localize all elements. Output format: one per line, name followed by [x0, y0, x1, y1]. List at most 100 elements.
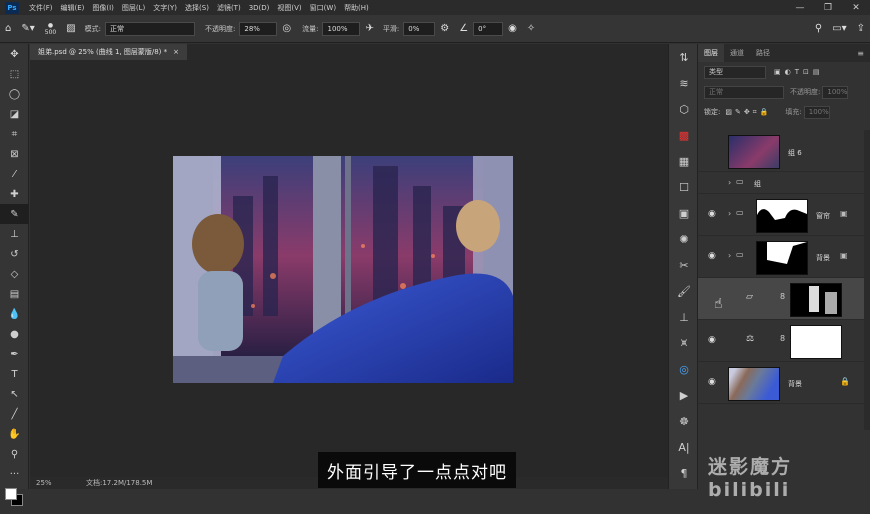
gradient-tool-icon[interactable]: ▤	[0, 284, 29, 304]
expand-arrow-icon[interactable]: ›	[728, 209, 731, 218]
visibility-eye-icon[interactable]: ◉	[708, 209, 716, 219]
visibility-eye-icon[interactable]: ◉	[708, 251, 716, 261]
visibility-eye-icon[interactable]: ◉	[708, 335, 716, 345]
symmetry-butterfly-icon[interactable]: ✧	[527, 23, 535, 34]
layer-row[interactable]: ◉ › ▭ 背景 ▣	[698, 236, 864, 278]
quick-select-tool-icon[interactable]: ◪	[0, 104, 29, 124]
menu-filter[interactable]: 滤镜(T)	[213, 3, 245, 13]
layer-row[interactable]: ◉ › ▭ 窗帘 ▣	[698, 194, 864, 236]
airbrush-icon[interactable]: ✈	[365, 23, 373, 34]
layer-opacity-field[interactable]: 100%	[822, 85, 849, 99]
tab-paths[interactable]: 路径	[750, 44, 776, 62]
search-icon[interactable]: ⚲	[815, 23, 822, 34]
tool-presets-panel-icon[interactable]: ✂	[669, 252, 699, 278]
history-brush-tool-icon[interactable]: ↺	[0, 244, 29, 264]
minimize-icon[interactable]: —	[786, 0, 814, 15]
close-icon[interactable]: ✕	[842, 0, 870, 15]
character-panel-icon[interactable]: A|	[669, 434, 699, 460]
dodge-tool-icon[interactable]: ●	[0, 324, 29, 344]
layer-row[interactable]: 组 6	[698, 130, 864, 172]
menu-layer[interactable]: 图层(L)	[118, 3, 149, 13]
workspace-icon[interactable]: ▭▾	[832, 23, 846, 34]
menu-type[interactable]: 文字(Y)	[149, 3, 181, 13]
layer-row-selected[interactable]: ▱ 8	[698, 278, 864, 320]
menu-window[interactable]: 窗口(W)	[306, 3, 340, 13]
styles-panel-icon[interactable]: ☸	[669, 408, 699, 434]
chain-link-icon[interactable]: 8	[780, 334, 785, 343]
healing-brush-tool-icon[interactable]: ✚	[0, 184, 29, 204]
close-tab-icon[interactable]: ×	[173, 48, 179, 56]
move-tool-icon[interactable]: ✥	[0, 44, 29, 64]
mode-select[interactable]: 正常	[105, 21, 196, 36]
brush-tool-icon[interactable]: ✎	[0, 204, 29, 224]
layer-filter-select[interactable]: 类型	[704, 65, 766, 79]
brush-size-picker[interactable]: ● 500	[45, 22, 56, 36]
patterns-panel-icon[interactable]: ▣	[669, 200, 699, 226]
3d-panel-icon[interactable]: ⬡	[669, 96, 699, 122]
menu-select[interactable]: 选择(S)	[181, 3, 213, 13]
angle-field[interactable]: 0°	[473, 21, 504, 36]
more-tools-icon[interactable]: ···	[0, 464, 29, 484]
path-select-tool-icon[interactable]: ↖	[0, 384, 29, 404]
home-icon[interactable]: ⌂	[5, 23, 11, 34]
layer-row[interactable]: › ▭ 组	[698, 172, 864, 194]
type-tool-icon[interactable]: T	[0, 364, 29, 384]
layer-row[interactable]: ◉ 背景 🔒	[698, 362, 864, 404]
share-icon[interactable]: ⇪	[857, 23, 865, 34]
clone-source-panel-icon[interactable]: ⊥	[669, 304, 699, 330]
tab-channels[interactable]: 通道	[724, 44, 750, 62]
brush-panel-icon[interactable]: 🖌	[669, 278, 699, 304]
eraser-tool-icon[interactable]: ◇	[0, 264, 29, 284]
tab-layers[interactable]: 图层	[698, 44, 724, 62]
lasso-tool-icon[interactable]: ◯	[0, 84, 29, 104]
pressure-size-icon[interactable]: ◉	[508, 23, 517, 34]
brush-settings-icon[interactable]: ▨	[66, 23, 75, 34]
flow-field[interactable]: 100%	[322, 21, 361, 36]
brush-preset-icon[interactable]: ✎▾	[21, 23, 34, 34]
visibility-eye-icon[interactable]: ◉	[708, 377, 716, 387]
paragraph-panel-icon[interactable]: ¶	[669, 460, 699, 486]
menu-file[interactable]: 文件(F)	[25, 3, 57, 13]
zoom-tool-icon[interactable]: ⚲	[0, 444, 29, 464]
menu-image[interactable]: 图像(I)	[88, 3, 118, 13]
eyedropper-tool-icon[interactable]: ⁄	[0, 164, 29, 184]
actions-panel-icon[interactable]: ▶	[669, 382, 699, 408]
expand-arrow-icon[interactable]: ›	[728, 251, 731, 260]
zoom-level[interactable]: 25%	[36, 479, 76, 487]
clone-stamp-tool-icon[interactable]: ⊥	[0, 224, 29, 244]
pressure-opacity-icon[interactable]: ◎	[282, 23, 291, 34]
menu-3d[interactable]: 3D(D)	[245, 4, 274, 12]
frame-tool-icon[interactable]: ⊠	[0, 144, 29, 164]
adjustments-panel-icon[interactable]: ≋	[669, 70, 699, 96]
layer-row[interactable]: ◉ ⚖ 8	[698, 320, 864, 362]
filter-icons[interactable]: ▣◐T⊡▤	[774, 68, 823, 76]
hand-tool-icon[interactable]: ✋	[0, 424, 29, 444]
canvas-area[interactable]	[30, 60, 668, 477]
panel-menu-icon[interactable]: ≡	[857, 49, 864, 58]
menu-edit[interactable]: 编辑(E)	[57, 3, 89, 13]
marquee-tool-icon[interactable]: ⬚	[0, 64, 29, 84]
history-panel-icon[interactable]: ⇅	[669, 44, 699, 70]
chain-link-icon[interactable]: 8	[780, 292, 785, 301]
layers-scrollbar[interactable]	[864, 130, 870, 430]
pen-tool-icon[interactable]: ✒	[0, 344, 29, 364]
menu-view[interactable]: 视图(V)	[273, 3, 305, 13]
foreground-color-swatch[interactable]	[5, 488, 17, 500]
libraries-panel-icon[interactable]: ☐	[669, 174, 699, 200]
swatches-panel-icon[interactable]: ▦	[669, 148, 699, 174]
crop-tool-icon[interactable]: ⌗	[0, 124, 29, 144]
navigator-panel-icon[interactable]: ✺	[669, 226, 699, 252]
restore-icon[interactable]: ❐	[814, 0, 842, 15]
timeline-panel-icon[interactable]: ◎	[669, 356, 699, 382]
opacity-field[interactable]: 28%	[239, 21, 278, 36]
color-panel-icon[interactable]: ▩	[669, 122, 699, 148]
line-tool-icon[interactable]: ╱	[0, 404, 29, 424]
blend-mode-select[interactable]: 正常	[704, 85, 784, 99]
lock-icons[interactable]: ▨✎✥⌗🔒	[725, 108, 771, 117]
fill-field[interactable]: 100%	[803, 105, 830, 119]
histogram-panel-icon[interactable]: ⩙	[669, 330, 699, 356]
blur-tool-icon[interactable]: 💧	[0, 304, 29, 324]
smooth-field[interactable]: 0%	[403, 21, 436, 36]
menu-help[interactable]: 帮助(H)	[340, 3, 373, 13]
document-tab[interactable]: 姐弟.psd @ 25% (曲线 1, 图层蒙版/8) * ×	[30, 44, 187, 60]
